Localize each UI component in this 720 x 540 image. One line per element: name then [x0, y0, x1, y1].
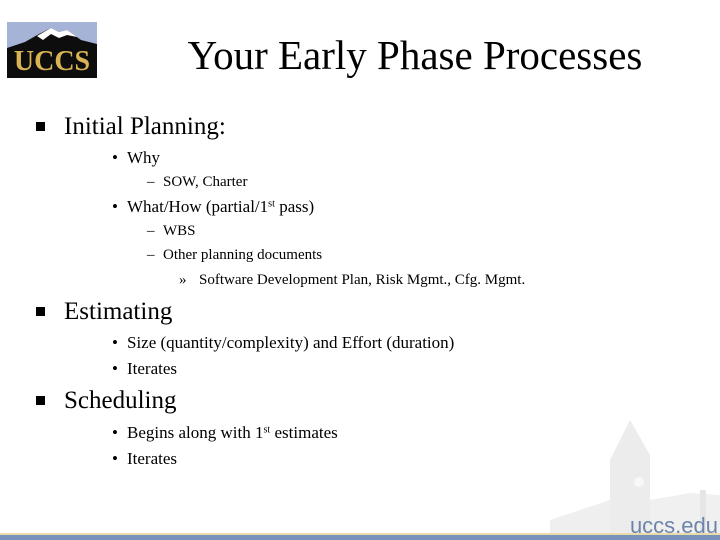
- item-label: Why: [127, 148, 161, 167]
- guillemet-bullet-icon: »: [179, 272, 187, 288]
- dash-bullet-icon: –: [147, 223, 155, 239]
- item-label: Iterates: [127, 449, 178, 468]
- item-label: Other planning documents: [163, 247, 323, 263]
- dot-bullet-icon: •: [112, 333, 118, 352]
- item-label: Software Development Plan, Risk Mgmt., C…: [199, 272, 526, 288]
- item-label: WBS: [163, 223, 196, 239]
- square-bullet-icon: [36, 122, 45, 131]
- logo-text: UCCS: [13, 46, 91, 77]
- dot-bullet-icon: •: [112, 148, 118, 167]
- item-label: Iterates: [127, 359, 178, 378]
- dot-bullet-icon: •: [112, 359, 118, 378]
- item-label: What/How (partial/1st pass): [127, 197, 315, 216]
- dash-bullet-icon: –: [147, 174, 155, 190]
- section-label: Scheduling: [64, 387, 177, 414]
- dash-bullet-icon: –: [147, 247, 155, 263]
- item-label: Size (quantity/complexity) and Effort (d…: [127, 333, 455, 352]
- dot-bullet-icon: •: [112, 449, 118, 468]
- dot-bullet-icon: •: [112, 197, 118, 216]
- item-label: SOW, Charter: [163, 174, 248, 190]
- dot-bullet-icon: •: [112, 423, 118, 442]
- square-bullet-icon: [36, 396, 45, 405]
- section-label: Estimating: [64, 298, 173, 325]
- section-label: Initial Planning:: [64, 113, 226, 140]
- slide-title: Your Early Phase Processes: [187, 32, 643, 78]
- footer-bar: [0, 535, 720, 540]
- footer-url: uccs.edu: [629, 513, 718, 538]
- uccs-logo: UCCS: [7, 22, 97, 78]
- square-bullet-icon: [36, 307, 45, 316]
- item-label: Begins along with 1st estimates: [127, 423, 338, 442]
